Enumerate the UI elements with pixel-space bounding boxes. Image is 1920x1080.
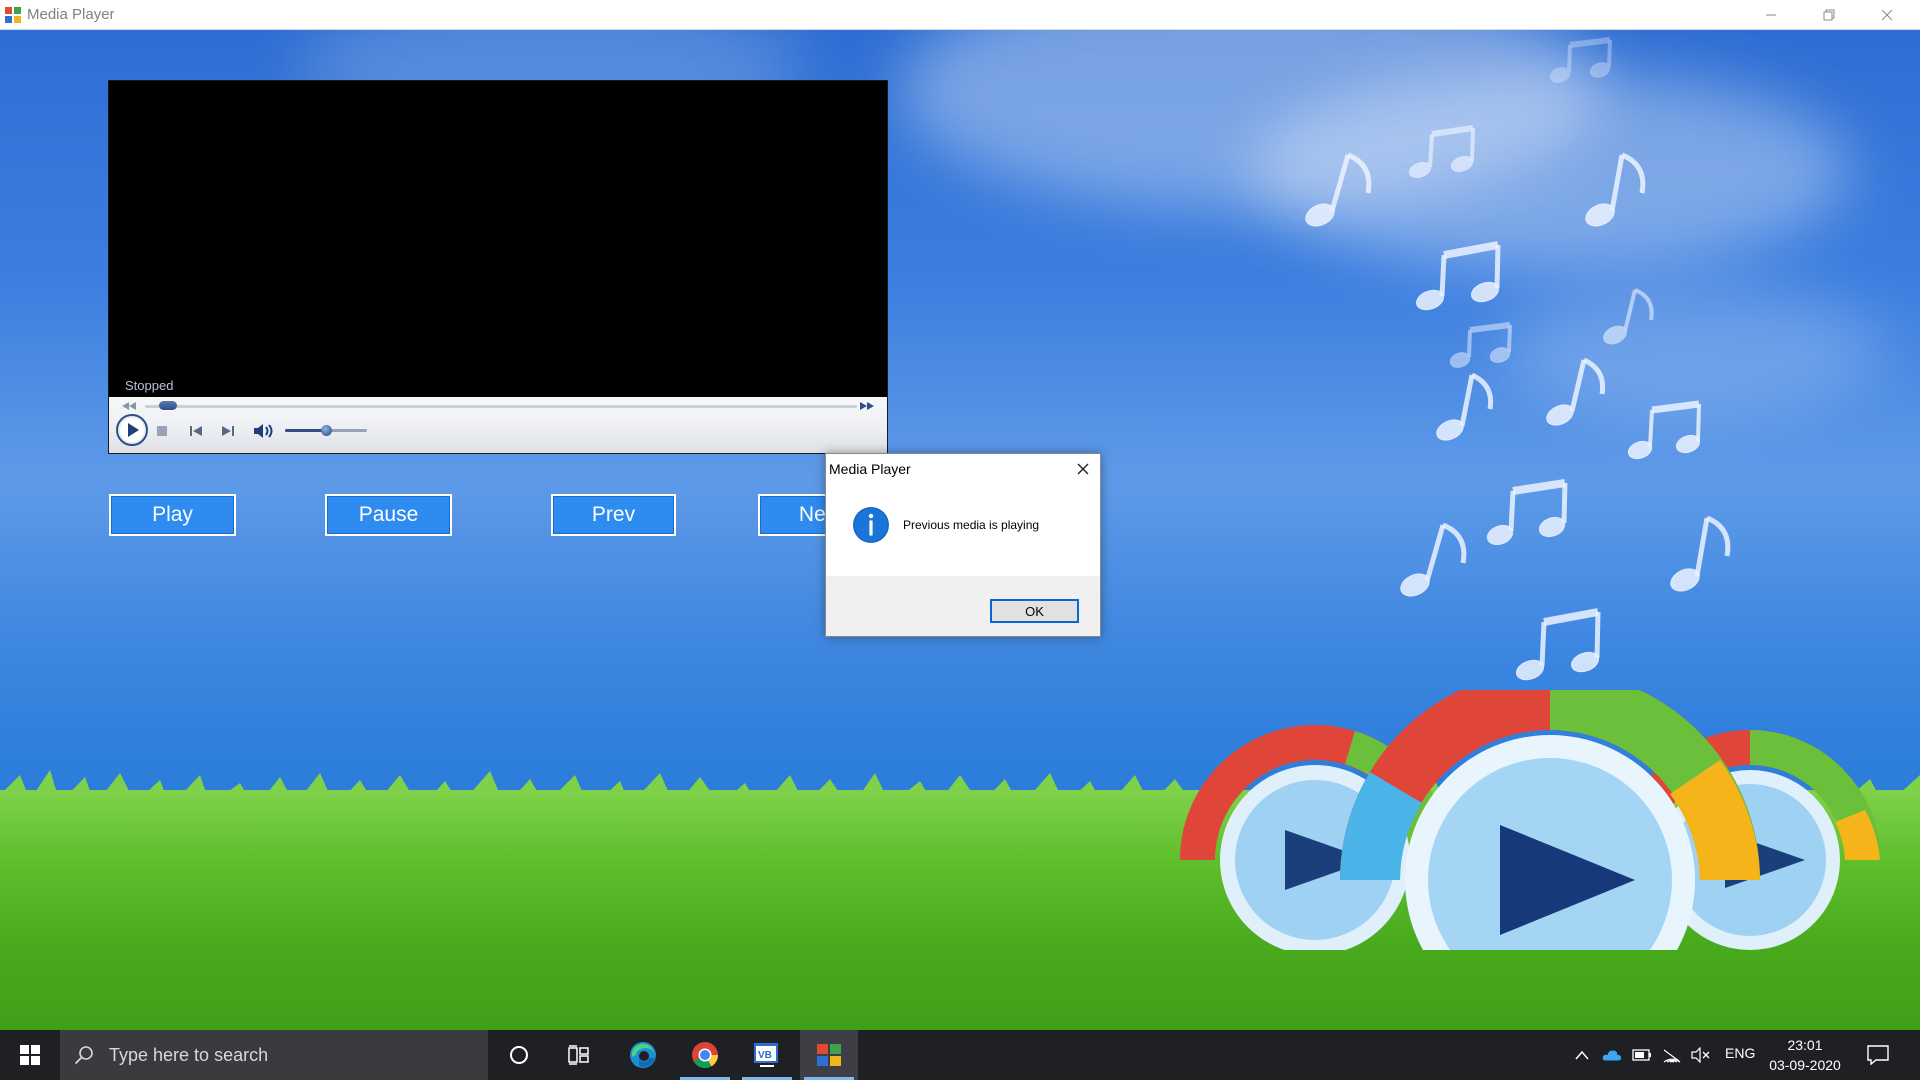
volume-tray-button[interactable]: [1691, 1045, 1711, 1065]
taskbar-search-box[interactable]: Type here to search: [60, 1030, 488, 1080]
cortana-icon: [510, 1046, 528, 1064]
dialog-close-button[interactable]: [1070, 457, 1096, 481]
visual-studio-icon: VB: [754, 1043, 778, 1067]
chrome-icon: [692, 1042, 719, 1069]
restore-icon: [1823, 9, 1835, 20]
battery-icon: [1632, 1049, 1651, 1061]
player-controls-bar: [109, 397, 887, 453]
media-player-app-icon: [5, 7, 21, 23]
play-button[interactable]: Play: [109, 494, 236, 536]
search-icon: [74, 1046, 93, 1065]
search-placeholder: Type here to search: [109, 1045, 269, 1065]
media-player-logo: [1180, 690, 1880, 950]
edge-button[interactable]: [614, 1030, 672, 1080]
minimize-button[interactable]: [1742, 0, 1800, 29]
notification-icon[interactable]: [1866, 1044, 1890, 1066]
task-view-button[interactable]: [550, 1030, 608, 1080]
volume-icon[interactable]: [253, 423, 275, 439]
minimize-icon: [1766, 14, 1776, 15]
volume-slider-thumb[interactable]: [321, 425, 332, 436]
screen: Media Player Stopped Play Pause Prev Nex…: [0, 0, 1920, 1080]
svg-text:VB: VB: [758, 1050, 772, 1061]
close-icon: [1881, 9, 1893, 20]
dialog-body: Previous media is playing: [826, 484, 1100, 576]
media-player-taskbar-button[interactable]: [800, 1030, 858, 1080]
task-view-icon: [568, 1045, 589, 1065]
dialog-title: Media Player: [829, 461, 911, 477]
battery-button[interactable]: [1632, 1045, 1652, 1065]
onedrive-icon: [1602, 1050, 1622, 1061]
onedrive-button[interactable]: [1602, 1045, 1622, 1065]
taskbar: Type here to search VB ENG 23:01 03-09-2…: [0, 1030, 1920, 1080]
previous-track-icon[interactable]: [189, 424, 203, 438]
media-player-control[interactable]: Stopped: [108, 80, 888, 454]
volume-muted-icon: [1691, 1047, 1710, 1063]
info-icon: [853, 507, 889, 543]
wifi-icon: [1663, 1049, 1681, 1063]
clock-date: 03-09-2020: [1769, 1057, 1841, 1073]
chrome-button[interactable]: [676, 1030, 734, 1080]
ok-button[interactable]: OK: [990, 599, 1079, 623]
cortana-button[interactable]: [490, 1030, 548, 1080]
media-player-app-icon: [817, 1044, 841, 1066]
close-button[interactable]: [1858, 0, 1916, 29]
close-icon: [1077, 463, 1089, 475]
play-icon[interactable]: [115, 413, 149, 447]
dialog-titlebar: Media Player: [826, 454, 1100, 484]
start-button[interactable]: [0, 1030, 60, 1080]
input-language[interactable]: ENG: [1725, 1045, 1755, 1061]
chevron-up-icon: [1575, 1050, 1589, 1060]
next-track-icon[interactable]: [221, 424, 235, 438]
seek-thumb[interactable]: [159, 401, 178, 410]
message-dialog: Media Player Previous media is playing O…: [825, 453, 1101, 637]
window-title: Media Player: [27, 6, 115, 23]
visual-studio-button[interactable]: VB: [738, 1030, 796, 1080]
show-hidden-icons-button[interactable]: [1572, 1045, 1592, 1065]
prev-button[interactable]: Prev: [551, 494, 676, 536]
fast-forward-icon[interactable]: [859, 401, 875, 411]
clock-time: 23:01: [1787, 1037, 1823, 1053]
edge-icon: [630, 1042, 656, 1068]
network-button[interactable]: [1662, 1045, 1682, 1065]
seek-bar[interactable]: [145, 405, 857, 408]
stop-icon[interactable]: [156, 425, 168, 437]
player-status: Stopped: [125, 378, 174, 393]
restore-button[interactable]: [1800, 0, 1858, 29]
clock[interactable]: 23:01 03-09-2020: [1760, 1035, 1850, 1075]
pause-button[interactable]: Pause: [325, 494, 452, 536]
dialog-message: Previous media is playing: [903, 518, 1040, 532]
window-titlebar: Media Player: [0, 0, 1920, 30]
windows-icon: [20, 1045, 40, 1065]
rewind-icon[interactable]: [121, 401, 137, 411]
volume-slider-fill: [285, 429, 326, 432]
